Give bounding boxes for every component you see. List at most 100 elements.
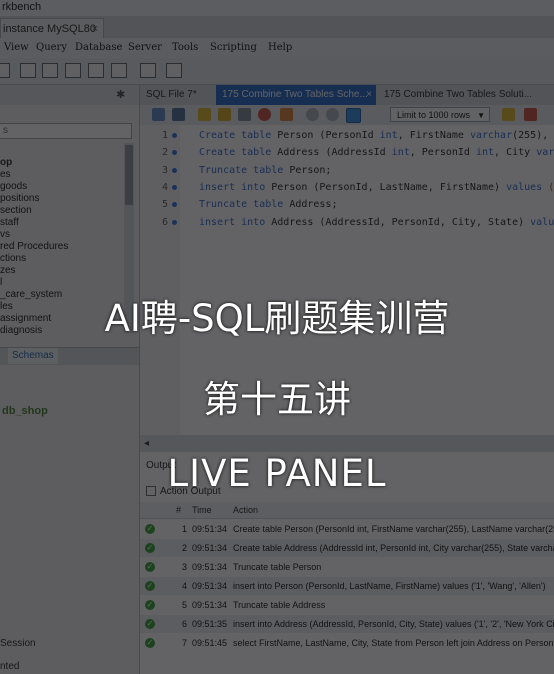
schema-db-shop[interactable]: db_shop	[2, 405, 48, 417]
code-line[interactable]: 2 Create table Address (AddressId int, Pe…	[140, 144, 554, 161]
navigator-header: ✱	[0, 85, 139, 105]
code-token: Address;	[289, 199, 338, 211]
menu-help[interactable]: Help	[268, 42, 292, 53]
execute-statement-icon[interactable]	[218, 108, 231, 121]
beautify-icon[interactable]	[502, 108, 515, 121]
tree-item[interactable]: ctions	[0, 253, 26, 264]
tab-schemas[interactable]: Schemas	[8, 348, 58, 364]
search-table-icon[interactable]	[140, 63, 156, 78]
tab-sql-file-7[interactable]: SQL File 7*	[140, 85, 214, 105]
output-row[interactable]: ✓ 6 09:51:35 insert into Address (AddressId…	[140, 615, 554, 633]
database-icon[interactable]	[20, 63, 36, 78]
code-token: , PersonId	[409, 147, 476, 159]
output-row[interactable]: ✓ 3 09:51:34 Truncate table Person	[140, 558, 554, 576]
workbench-window: rkbench instance MySQL80 × View Query Da…	[0, 0, 554, 674]
procedure-icon[interactable]	[88, 63, 104, 78]
row-number: 3	[181, 562, 187, 572]
tree-item[interactable]: l	[0, 277, 2, 288]
tab-combine-tables-schema[interactable]: 175 Combine Two Tables Sche... ×	[216, 85, 376, 105]
code-line[interactable]: 1 Create table Person (PersonId int, Firs…	[140, 127, 554, 144]
menu-scripting[interactable]: Scripting	[210, 42, 257, 53]
gear-icon[interactable]: ✱	[116, 88, 125, 101]
tree-item[interactable]: _care_system	[0, 289, 62, 300]
sidebar-scrollbar[interactable]	[124, 143, 134, 333]
explain-icon[interactable]	[238, 108, 251, 121]
toggle-continue-icon[interactable]	[280, 108, 293, 121]
find-icon[interactable]	[524, 108, 537, 121]
tree-item[interactable]: assignment	[0, 313, 51, 324]
menu-view[interactable]: View	[4, 42, 29, 53]
window-title: rkbench	[2, 1, 42, 13]
editor-hscrollbar[interactable]: ◂	[140, 438, 554, 452]
success-check-icon: ✓	[145, 562, 155, 572]
menu-query[interactable]: Query	[36, 42, 67, 53]
save-icon[interactable]	[172, 108, 185, 121]
code-line[interactable]: 6 insert into Address (AddressId, PersonI…	[140, 214, 554, 231]
autocommit-icon[interactable]	[346, 108, 361, 123]
editor-toolbar: Limit to 1000 rows ▼	[140, 105, 554, 126]
close-icon[interactable]: ×	[366, 85, 372, 105]
row-number: 2	[181, 543, 187, 553]
tree-item[interactable]: diagnosis	[0, 325, 42, 336]
reconnect-icon[interactable]	[166, 63, 182, 78]
code-token: , City	[494, 147, 537, 159]
function-icon[interactable]	[111, 63, 127, 78]
statement-marker-icon	[172, 184, 177, 190]
code-line[interactable]: 3 Truncate table Person;	[140, 162, 554, 179]
output-row[interactable]: ✓ 5 09:51:34 Truncate table Address	[140, 596, 554, 614]
code-line[interactable]: 5 Truncate table Address;	[140, 196, 554, 213]
output-panel: ◂ Output Action Output # Time Action ✓ 1 0…	[140, 438, 554, 674]
tree-item[interactable]: red Procedures	[0, 241, 68, 252]
output-row[interactable]: ✓ 7 09:51:45 select FirstName, LastName, Ci…	[140, 634, 554, 652]
tree-item[interactable]: vs	[0, 229, 10, 240]
tree-item[interactable]: zes	[0, 265, 16, 276]
tab-combine-tables-solution[interactable]: 175 Combine Two Tables Soluti...	[378, 85, 554, 105]
code-token: Create table	[199, 147, 278, 159]
line-number: 3	[161, 164, 168, 176]
tree-item[interactable]: section	[0, 205, 32, 216]
line-number: 2	[161, 147, 168, 159]
schema-filter-input[interactable]: s	[0, 123, 132, 139]
view-icon[interactable]	[65, 63, 81, 78]
line-number: 5	[161, 199, 168, 211]
close-icon[interactable]: ×	[92, 19, 98, 39]
limit-rows-select[interactable]: Limit to 1000 rows ▼	[390, 107, 490, 122]
scroll-left-icon[interactable]: ◂	[144, 438, 149, 449]
menu-server[interactable]: Server	[128, 42, 162, 53]
commit-icon[interactable]	[306, 108, 319, 121]
tree-item[interactable]: les	[0, 301, 13, 312]
menu-tools[interactable]: Tools	[172, 42, 198, 53]
row-action: Truncate table Person	[233, 562, 322, 572]
scrollbar-thumb[interactable]	[125, 145, 133, 205]
action-output-select[interactable]: Action Output	[146, 486, 554, 502]
menu-database[interactable]: Database	[75, 42, 122, 53]
row-action: Truncate table Address	[233, 600, 326, 610]
table-icon[interactable]	[42, 63, 58, 78]
checkbox-icon[interactable]	[146, 486, 156, 497]
output-row[interactable]: ✓ 2 09:51:34 Create table Address (AddressI…	[140, 539, 554, 557]
new-query-icon[interactable]	[0, 63, 10, 78]
row-time: 09:51:34	[192, 562, 228, 572]
row-number: 7	[181, 638, 187, 648]
code-text: insert into Address (AddressId, PersonId…	[199, 214, 554, 231]
code-line[interactable]: 4 insert into Person (PersonId, LastName,…	[140, 179, 554, 196]
tree-item[interactable]: positions	[0, 193, 39, 204]
tree-item[interactable]: staff	[0, 217, 19, 228]
row-number: 1	[181, 524, 187, 534]
rollback-icon[interactable]	[326, 108, 339, 121]
success-check-icon: ✓	[145, 581, 155, 591]
stop-icon[interactable]	[258, 108, 271, 121]
open-file-icon[interactable]	[152, 108, 165, 121]
row-action: insert into Person (PersonId, LastName, …	[233, 581, 546, 591]
sql-editor[interactable]: 1 Create table Person (PersonId int, Firs…	[140, 125, 554, 435]
code-text: Truncate table Person;	[199, 162, 331, 179]
session-tab[interactable]: Session	[0, 638, 36, 649]
execute-icon[interactable]	[198, 108, 211, 121]
tree-item[interactable]: es	[0, 169, 11, 180]
tree-item[interactable]: op	[0, 157, 12, 168]
code-token: Address (AddressId	[277, 147, 392, 159]
tree-item[interactable]: goods	[0, 181, 27, 192]
connection-tab[interactable]: instance MySQL80 ×	[0, 18, 104, 38]
output-row[interactable]: ✓ 4 09:51:34 insert into Person (PersonId, …	[140, 577, 554, 595]
output-row[interactable]: ✓ 1 09:51:34 Create table Person (PersonId …	[140, 520, 554, 538]
